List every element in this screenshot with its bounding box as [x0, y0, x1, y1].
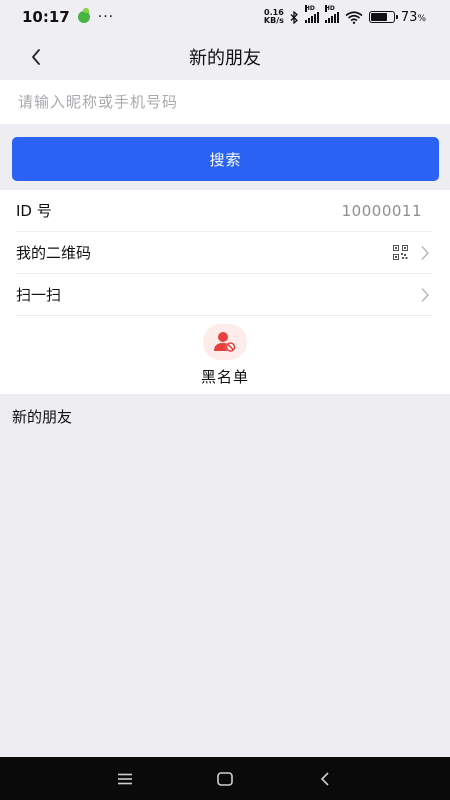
blacklist-button[interactable]: 黑名单 [175, 324, 275, 390]
home-icon [217, 771, 233, 786]
back-triangle-icon [320, 771, 329, 786]
menu-icon [118, 773, 132, 784]
more-notifications-icon: ··· [97, 9, 115, 25]
status-right: 0.16 KB/s HD HD 73% [264, 5, 426, 25]
scan-label: 扫一扫 [16, 286, 62, 304]
user-block-icon [214, 332, 236, 352]
cellular-signal-icon-2: HD [324, 5, 339, 23]
scan-row[interactable]: 扫一扫 [16, 274, 432, 316]
my-qrcode-label: 我的二维码 [16, 244, 92, 262]
id-label: ID 号 [16, 202, 52, 220]
battery-percent-suffix: % [417, 13, 426, 24]
my-qrcode-row[interactable]: 我的二维码 [16, 232, 432, 274]
search-button[interactable]: 搜索 [12, 137, 439, 181]
blacklist-label: 黑名单 [200, 368, 249, 386]
page-title: 新的朋友 [189, 48, 261, 69]
hd-label: HD [304, 5, 315, 12]
id-row: ID 号 10000011 [16, 190, 432, 232]
battery-percent-value: 73 [400, 9, 418, 25]
app-notification-icon [77, 8, 90, 23]
home-button[interactable] [215, 769, 235, 789]
chevron-right-icon [418, 244, 432, 262]
status-time: 10:17 [22, 8, 70, 26]
navigation-bar [0, 757, 450, 800]
network-speed: 0.16 KB/s [264, 9, 284, 25]
id-value: 10000011 [341, 201, 422, 220]
options-list: ID 号 10000011 我的二维码 扫一扫 黑名单 [0, 190, 450, 394]
bluetooth-icon [290, 10, 298, 24]
battery-percent: 73% [401, 10, 426, 25]
menu-button[interactable] [115, 769, 135, 789]
blacklist-icon-bg [203, 324, 247, 360]
my-qrcode-right [393, 244, 432, 262]
back-button[interactable] [24, 42, 48, 72]
header: 新的朋友 [0, 34, 450, 80]
wifi-icon [345, 10, 363, 24]
search-input[interactable] [0, 80, 450, 124]
chevron-left-icon [32, 49, 40, 65]
nav-back-button[interactable] [315, 769, 335, 789]
hd-label-2: HD [324, 5, 335, 12]
chevron-right-icon [418, 286, 432, 304]
new-friends-section-title: 新的朋友 [12, 408, 73, 426]
battery-icon [368, 11, 398, 23]
search-field-container [0, 80, 450, 124]
status-bar: 10:17 ··· 0.16 KB/s HD HD 73% [0, 0, 450, 34]
cellular-signal-icon-1: HD [304, 5, 319, 23]
network-speed-unit: KB/s [263, 16, 284, 25]
status-left: 10:17 ··· [22, 8, 114, 26]
qrcode-icon [393, 245, 408, 260]
